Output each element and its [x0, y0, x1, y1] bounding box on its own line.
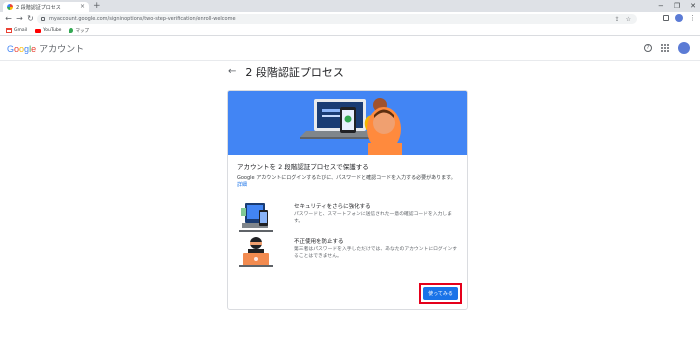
tab-close-icon[interactable]: ×: [80, 4, 85, 10]
details-link[interactable]: 詳細: [237, 182, 247, 188]
close-window-icon[interactable]: ✕: [690, 2, 696, 10]
browser-tab[interactable]: 2 段階認証プロセス ×: [3, 2, 89, 12]
profile-avatar[interactable]: [675, 14, 683, 22]
url-text[interactable]: myaccount.google.com/signinoptions/two-s…: [49, 16, 236, 22]
google-logo: Google: [7, 44, 36, 55]
tab-strip: 2 段階認証プロセス × + − ❐ ✕: [0, 0, 700, 12]
bookmark-label: YouTube: [43, 28, 62, 33]
help-icon[interactable]: ?: [644, 44, 652, 52]
feature-fraud-prevention: 不正使用を防止する 第三者はパスワードを入手しただけでは、あなたのアカウントにロ…: [237, 235, 461, 269]
bookmark-star-icon[interactable]: ☆: [626, 16, 631, 23]
card-heading: アカウントを 2 段階認証プロセスで保護する: [237, 163, 369, 171]
bookmark-youtube[interactable]: YouTube: [35, 28, 61, 33]
hero-image: [228, 91, 467, 155]
share-icon[interactable]: ⇪: [615, 16, 620, 23]
logo-letter: e: [31, 44, 37, 54]
minimize-icon[interactable]: −: [658, 2, 664, 10]
feature-title: セキュリティをさらに強化する: [294, 204, 371, 210]
account-avatar[interactable]: [678, 42, 690, 54]
page-title: 2 段階認証プロセス: [245, 66, 344, 79]
bookmarks-bar: Gmail YouTube マップ: [0, 26, 700, 36]
google-favicon-icon: [7, 4, 13, 10]
feature-text: 第三者はパスワードを入手しただけでは、あなたのアカウントにログインすることはでき…: [294, 247, 458, 259]
product-name: アカウント: [39, 45, 85, 55]
back-arrow-icon[interactable]: ←: [228, 66, 236, 78]
browser-menu-icon[interactable]: ⋮: [689, 14, 696, 22]
bookmark-gmail[interactable]: Gmail: [6, 28, 27, 33]
maximize-icon[interactable]: ❐: [674, 2, 680, 10]
logo-letter: G: [7, 44, 15, 54]
feature-text: パスワードと、スマートフォンに送信された一意の確認コードを入力します。: [294, 212, 452, 224]
address-bar[interactable]: myaccount.google.com/signinoptions/two-s…: [37, 14, 637, 24]
bookmark-label: Gmail: [14, 28, 28, 33]
enroll-card: アカウントを 2 段階認証プロセスで保護する Google アカウントにログイン…: [227, 90, 468, 310]
youtube-icon: [35, 28, 42, 33]
maps-icon: [69, 28, 74, 33]
side-panel-icon[interactable]: [663, 15, 669, 21]
forward-icon[interactable]: →: [14, 12, 25, 26]
feature-security: セキュリティをさらに強化する パスワードと、スマートフォンに送信された一意の確認…: [237, 200, 461, 234]
tab-title: 2 段階認証プロセス: [16, 4, 61, 11]
security-illustration-icon: [239, 203, 273, 232]
reload-icon[interactable]: ↻: [25, 12, 36, 26]
feature-title: 不正使用を防止する: [294, 239, 344, 245]
new-tab-button[interactable]: +: [93, 1, 101, 11]
hero-illustration: [228, 91, 467, 155]
card-description: Google アカウントにログインするたびに、パスワードと確認コードを入力する必…: [237, 175, 461, 189]
bookmark-maps[interactable]: マップ: [69, 28, 89, 34]
page-title-row: ← 2 段階認証プロセス: [228, 64, 344, 80]
app-header: Google アカウント ?: [0, 37, 700, 61]
get-started-button[interactable]: 使ってみる: [423, 287, 458, 300]
description-text: Google アカウントにログインするたびに、パスワードと確認コードを入力する必…: [237, 175, 456, 181]
lock-icon[interactable]: [41, 17, 45, 21]
intruder-illustration-icon: [239, 237, 273, 267]
google-account-logo[interactable]: Google アカウント: [7, 42, 84, 55]
gmail-icon: [6, 28, 12, 33]
back-icon[interactable]: ←: [3, 12, 14, 26]
window-controls: − ❐ ✕: [658, 0, 696, 12]
bookmark-label: マップ: [75, 28, 89, 34]
apps-grid-icon[interactable]: [661, 44, 669, 52]
browser-toolbar: ← → ↻ myaccount.google.com/signinoptions…: [0, 12, 700, 26]
